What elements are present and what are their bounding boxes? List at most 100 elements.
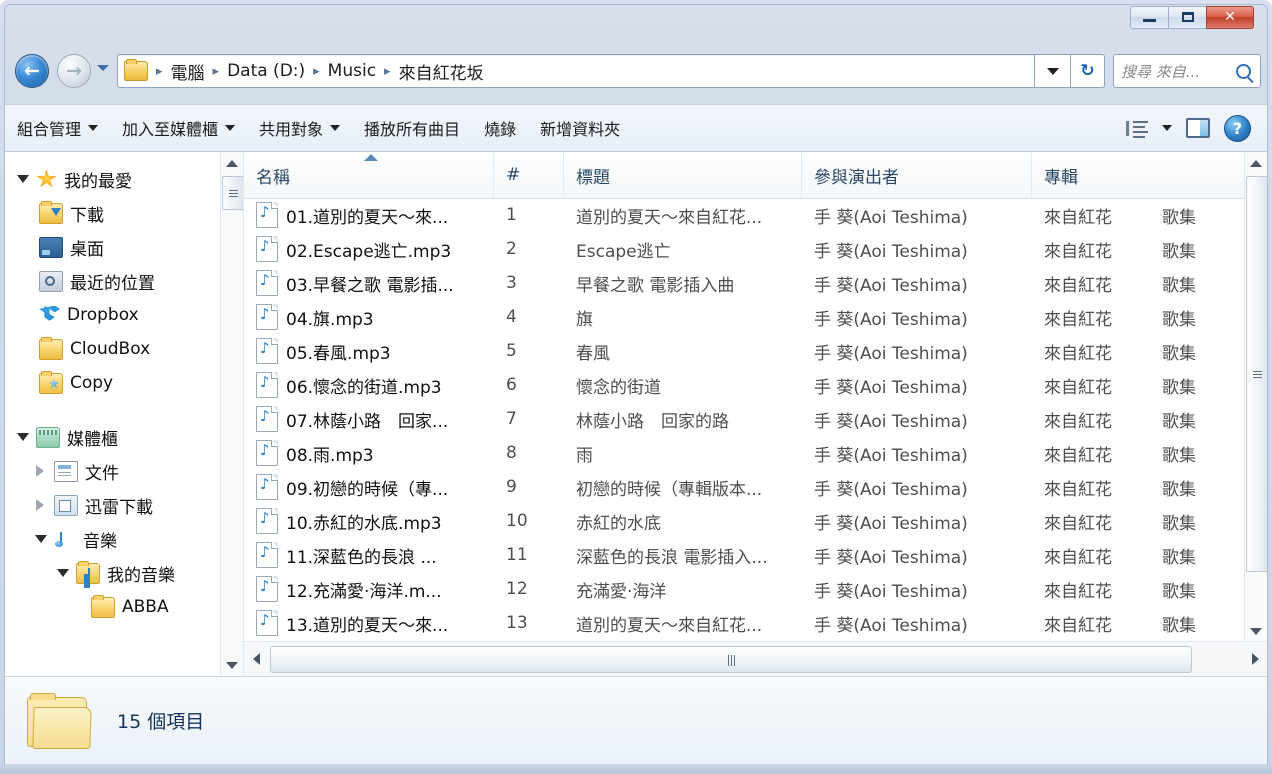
toolbar-item-play-all[interactable]: 播放所有曲目 [352,111,472,145]
expander-icon[interactable] [55,566,69,580]
breadcrumb-item-1[interactable]: Data (D:) [225,61,307,81]
sidebar-item-my-music[interactable]: 我的音樂 [11,556,243,590]
table-row[interactable]: 07.林蔭小路 回家... 7 林蔭小路 回家的路 手 葵(Aoi Teshim… [244,402,1267,436]
view-chevron-down-icon[interactable] [1162,125,1172,131]
expander-icon[interactable] [33,498,47,512]
table-row[interactable]: 02.Escape逃亡.mp3 2 Escape逃亡 手 葵(Aoi Teshi… [244,232,1267,266]
preview-pane-icon[interactable] [1186,118,1210,138]
cell-name[interactable]: 04.旗.mp3 [244,304,494,330]
table-row[interactable]: 11.深藍色的長浪 ... 11 深藍色的長浪 電影插入... 手 葵(Aoi … [244,538,1267,572]
expander-icon[interactable] [33,532,47,546]
sidebar-item-cloudbox[interactable]: CloudBox [11,332,243,366]
table-row[interactable]: 12.充滿愛‧海洋.m... 12 充滿愛‧海洋 手 葵(Aoi Teshima… [244,572,1267,606]
sidebar-group-libraries[interactable]: 媒體櫃 [11,420,243,454]
cell-album-overflow: 歌集 [1162,581,1196,602]
cell-name[interactable]: 02.Escape逃亡.mp3 [244,236,494,262]
file-list-vertical-scrollbar[interactable] [1244,152,1267,642]
expander-icon[interactable] [33,464,47,478]
sidebar-item-downloads[interactable]: 下載 [11,196,243,230]
list-scroll-up-button[interactable] [1245,152,1267,174]
table-row[interactable]: 09.初戀的時候（專... 9 初戀的時候（專輯版本... 手 葵(Aoi Te… [244,470,1267,504]
cell-name[interactable]: 09.初戀的時候（專... [244,474,494,500]
cell-name[interactable]: 05.春風.mp3 [244,338,494,364]
table-row[interactable]: 08.雨.mp3 8 雨 手 葵(Aoi Teshima) 來自紅花 歌集 [244,436,1267,470]
column-header-artist[interactable]: 參與演出者 [802,152,1032,198]
nav-scrollbar-thumb[interactable] [222,176,243,210]
expander-icon[interactable] [15,430,29,444]
column-header-album[interactable]: 專輯 [1032,152,1232,198]
history-dropdown-icon[interactable] [97,65,109,71]
sidebar-item-label: 我的音樂 [107,565,175,586]
back-button[interactable]: ← [15,54,49,88]
table-row[interactable]: 05.春風.mp3 5 春風 手 葵(Aoi Teshima) 來自紅花 歌集 [244,334,1267,368]
change-view-icon[interactable] [1126,120,1148,138]
sidebar-group-favorites[interactable]: 我的最愛 [11,162,243,196]
sidebar-item-desktop[interactable]: 桌面 [11,230,243,264]
cell-artist: 手 葵(Aoi Teshima) [814,581,968,602]
sidebar-item-xunlei-downloads[interactable]: 迅雷下載 [11,488,243,522]
table-row[interactable]: 01.道別的夏天～來... 1 道別的夏天～來自紅花... 手 葵(Aoi Te… [244,198,1267,232]
toolbar-item-organize[interactable]: 組合管理 [5,111,110,145]
cell-name[interactable]: 12.充滿愛‧海洋.m... [244,576,494,602]
address-bar[interactable]: ▸ 電腦 ▸ Data (D:) ▸ Music ▸ 來自紅花坂 [117,54,1035,88]
column-header-track-number[interactable]: # [494,152,564,198]
cell-title: 雨 [576,445,593,466]
table-row[interactable]: 10.赤紅的水底.mp3 10 赤紅的水底 手 葵(Aoi Teshima) 來… [244,504,1267,538]
cell-album: 來自紅花 [1044,479,1112,500]
hscrollbar-thumb[interactable] [270,646,1192,673]
close-button[interactable]: ✕ [1206,5,1254,29]
file-name: 07.林蔭小路 回家... [286,411,449,432]
refresh-button[interactable]: ↻ [1071,54,1105,88]
hscroll-right-button[interactable] [1243,642,1267,676]
expander-icon[interactable] [15,172,29,186]
list-scrollbar-thumb[interactable] [1246,176,1267,572]
table-row[interactable]: 13.道別的夏天～來... 13 道別的夏天～來自紅花... 手 葵(Aoi T… [244,606,1267,640]
sidebar-item-abba[interactable]: ABBA [11,590,243,624]
breadcrumb-item-0[interactable]: 電腦 [169,59,207,84]
toolbar-item-new-folder[interactable]: 新增資料夾 [528,111,632,145]
cell-artist: 手 葵(Aoi Teshima) [814,309,968,330]
chevron-up-icon [1250,159,1262,167]
cell-name[interactable]: 10.赤紅的水底.mp3 [244,508,494,534]
search-box[interactable]: 搜尋 來自... [1113,54,1261,88]
mp3-file-icon [256,610,278,636]
table-row[interactable]: 04.旗.mp3 4 旗 手 葵(Aoi Teshima) 來自紅花 歌集 [244,300,1267,334]
column-header-name[interactable]: 名稱 [244,152,494,198]
cell-name[interactable]: 11.深藍色的長浪 ... [244,542,494,568]
sidebar-item-music[interactable]: 音樂 [11,522,243,556]
cell-name[interactable]: 01.道別的夏天～來... [244,202,494,228]
minimize-button[interactable] [1130,5,1168,29]
table-row[interactable]: 06.懷念的街道.mp3 6 懷念的街道 手 葵(Aoi Teshima) 來自… [244,368,1267,402]
sidebar-item-documents[interactable]: 文件 [11,454,243,488]
toolbar-item-share-with[interactable]: 共用對象 [247,111,352,145]
maximize-button[interactable] [1168,5,1206,29]
nav-scroll-down-button[interactable] [221,654,243,676]
toolbar-item-add-to-library[interactable]: 加入至媒體櫃 [110,111,247,145]
file-list-horizontal-scrollbar[interactable] [244,641,1267,676]
forward-button[interactable]: → [57,54,91,88]
cell-name[interactable]: 07.林蔭小路 回家... [244,406,494,432]
cell-name[interactable]: 13.道別的夏天～來... [244,610,494,636]
breadcrumb-item-3[interactable]: 來自紅花坂 [397,59,486,84]
sidebar-item-recent-places[interactable]: 最近的位置 [11,264,243,298]
help-icon[interactable]: ? [1224,114,1251,142]
mp3-file-icon [256,236,278,262]
navigation-scrollbar[interactable] [220,152,243,676]
search-input[interactable]: 搜尋 來自... [1121,61,1200,82]
cell-name[interactable]: 06.懷念的街道.mp3 [244,372,494,398]
column-header-title[interactable]: 標題 [564,152,802,198]
table-row[interactable]: 03.早餐之歌 電影插... 3 早餐之歌 電影插入曲 手 葵(Aoi Tesh… [244,266,1267,300]
cell-name[interactable]: 08.雨.mp3 [244,440,494,466]
sidebar-item-dropbox[interactable]: Dropbox [11,298,243,332]
sidebar-item-copy[interactable]: Copy [11,366,243,400]
list-scroll-down-button[interactable] [1245,620,1267,642]
breadcrumb-item-2[interactable]: Music [326,61,378,81]
cell-name[interactable]: 03.早餐之歌 電影插... [244,270,494,296]
hscroll-track[interactable] [268,642,1243,676]
nav-scroll-up-button[interactable] [221,152,243,174]
toolbar-item-burn[interactable]: 燒錄 [472,111,528,145]
address-dropdown-button[interactable] [1035,54,1071,88]
sidebar-item-label: 媒體櫃 [67,429,118,450]
hscroll-left-button[interactable] [244,642,268,676]
cell-artist: 手 葵(Aoi Teshima) [814,615,968,636]
